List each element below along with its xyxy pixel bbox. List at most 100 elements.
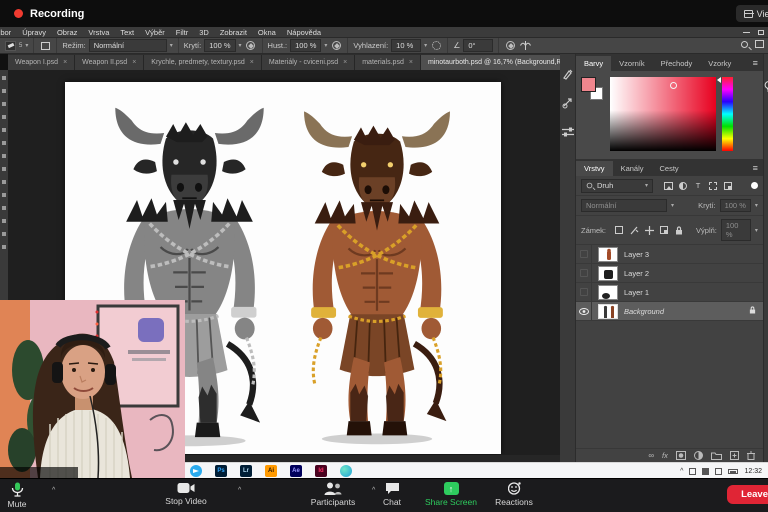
workspace-icon[interactable] <box>755 40 764 48</box>
participants-button[interactable]: Participants <box>300 482 366 507</box>
tab-vzorky[interactable]: Vzorky <box>700 56 739 71</box>
menu-item-filtr[interactable]: Filtr <box>176 28 189 37</box>
view-button[interactable]: View <box>736 5 768 22</box>
layer-row[interactable]: Layer 1 <box>576 283 763 302</box>
restore-icon[interactable] <box>758 30 764 35</box>
reactions-button[interactable]: Reactions <box>488 482 540 507</box>
link-layers-icon[interactable]: ∞ <box>648 451 654 460</box>
chat-button[interactable]: Chat <box>372 482 412 507</box>
mute-button[interactable]: Mute <box>0 482 40 509</box>
size-pressure-button[interactable] <box>504 40 516 51</box>
adjustment-filter-icon[interactable] <box>678 181 688 191</box>
menu-item-3d[interactable]: 3D <box>199 28 209 37</box>
layer-row-background[interactable]: Background <box>576 302 763 321</box>
close-icon[interactable]: × <box>250 59 254 66</box>
visibility-toggle[interactable] <box>576 264 592 282</box>
menu-item-okna[interactable]: Okna <box>258 28 276 37</box>
close-icon[interactable]: × <box>63 59 67 66</box>
filter-toggle-icon[interactable] <box>751 182 758 189</box>
menu-item-vrstva[interactable]: Vrstva <box>88 28 109 37</box>
tray-expand-icon[interactable]: ^ <box>680 468 683 475</box>
visibility-toggle[interactable] <box>576 245 592 263</box>
photoshop-icon[interactable]: Ps <box>215 465 227 477</box>
smoothing-input[interactable]: 10 % <box>391 39 421 52</box>
brush-panel-toggle[interactable] <box>34 38 57 53</box>
tab-barvy[interactable]: Barvy <box>576 56 611 71</box>
airbrush-button[interactable] <box>330 40 342 51</box>
saturation-brightness-field[interactable] <box>610 77 716 151</box>
indesign-icon[interactable]: Id <box>315 465 327 477</box>
opacity-input[interactable]: 100 % <box>204 39 235 52</box>
document-tab[interactable]: Weapon II.psd× <box>75 55 144 70</box>
minimize-icon[interactable] <box>743 32 750 33</box>
tray-icon[interactable] <box>689 468 696 475</box>
brush-settings-icon[interactable] <box>560 66 575 81</box>
webcam-video[interactable] <box>0 300 185 478</box>
smart-object-filter-icon[interactable] <box>723 181 733 191</box>
symmetry-button[interactable] <box>519 40 531 51</box>
document-tab[interactable]: Weapon I.psd× <box>8 55 75 70</box>
clone-source-icon[interactable] <box>560 95 575 110</box>
search-icon[interactable] <box>741 41 748 48</box>
lightroom-icon[interactable]: Lr <box>240 465 252 477</box>
menu-item-upravy[interactable]: Úpravy <box>22 28 46 37</box>
share-screen-button[interactable]: ↑ Share Screen <box>417 482 485 507</box>
tray-icon[interactable] <box>702 468 709 475</box>
color-swatches[interactable] <box>581 77 605 101</box>
lock-paint-icon[interactable] <box>629 225 639 235</box>
menu-item-vyber[interactable]: Výběr <box>145 28 165 37</box>
document-tab-active[interactable]: minotaurboth.psd @ 16,7% (Background,RGB… <box>421 55 560 70</box>
layer-row[interactable]: Layer 3 <box>576 245 763 264</box>
lightbulb-icon[interactable] <box>764 80 768 98</box>
layer-opacity-input[interactable]: 100 % <box>720 199 751 212</box>
panel-menu-icon[interactable]: ≡ <box>753 58 758 68</box>
layer-blend-mode-select[interactable]: Normální <box>581 199 667 212</box>
color-picker-handle[interactable] <box>670 82 677 89</box>
shape-filter-icon[interactable] <box>708 181 718 191</box>
video-options-icon[interactable]: ^ <box>238 487 241 494</box>
smoothing-gear-icon[interactable] <box>430 40 442 51</box>
stop-video-button[interactable]: Stop Video <box>140 482 232 506</box>
close-icon[interactable]: × <box>132 59 136 66</box>
menu-item-zobrazit[interactable]: Zobrazit <box>220 28 247 37</box>
opacity-pressure-button[interactable] <box>245 40 257 51</box>
flow-input[interactable]: 100 % <box>290 39 321 52</box>
document-tab[interactable]: materials.psd× <box>355 55 421 70</box>
foreground-color-swatch[interactable] <box>581 77 596 92</box>
mic-options-icon[interactable]: ^ <box>52 487 55 494</box>
tab-prechody[interactable]: Přechody <box>653 56 701 71</box>
layer-style-icon[interactable]: fx <box>662 451 668 460</box>
lock-all-icon[interactable] <box>674 225 684 235</box>
sliders-icon[interactable] <box>560 124 575 139</box>
type-filter-icon[interactable]: T <box>693 181 703 191</box>
panel-menu-icon[interactable]: ≡ <box>753 163 758 173</box>
tab-vrstvy[interactable]: Vrstvy <box>576 161 613 176</box>
document-tab[interactable]: Materiály - cviceni.psd× <box>262 55 355 70</box>
tray-icon[interactable] <box>715 468 722 475</box>
tab-vzornik[interactable]: Vzorník <box>611 56 652 71</box>
telegram-icon[interactable] <box>190 465 202 477</box>
tab-cesty[interactable]: Cesty <box>652 161 687 176</box>
lock-move-icon[interactable] <box>644 225 654 235</box>
brush-angle-input[interactable]: 0° <box>463 39 493 52</box>
blend-mode-select[interactable]: Normální <box>89 39 167 52</box>
menu-item-napoveda[interactable]: Nápověda <box>287 28 321 37</box>
menu-item-text[interactable]: Text <box>120 28 134 37</box>
visibility-toggle[interactable] <box>576 302 592 320</box>
menu-item-obraz[interactable]: Obraz <box>57 28 77 37</box>
creative-cloud-icon[interactable] <box>340 465 352 477</box>
menu-item-soubor[interactable]: Soubor <box>0 28 11 37</box>
document-tab[interactable]: Krychle, predmety, textury.psd× <box>144 55 262 70</box>
pixel-filter-icon[interactable] <box>663 181 673 191</box>
lock-transparent-icon[interactable] <box>614 225 624 235</box>
layer-filter-select[interactable]: Druh ▾ <box>581 179 653 193</box>
lock-artboard-icon[interactable] <box>659 225 669 235</box>
illustrator-icon[interactable]: Ai <box>265 465 277 477</box>
close-icon[interactable]: × <box>343 59 347 66</box>
close-icon[interactable]: × <box>409 59 413 66</box>
tool-preset-picker[interactable]: 5 ▾ <box>0 38 34 53</box>
leave-button[interactable]: Leave <box>727 485 768 504</box>
layer-row[interactable]: Layer 2 <box>576 264 763 283</box>
layer-fill-input[interactable]: 100 % <box>721 219 751 241</box>
visibility-toggle[interactable] <box>576 283 592 301</box>
